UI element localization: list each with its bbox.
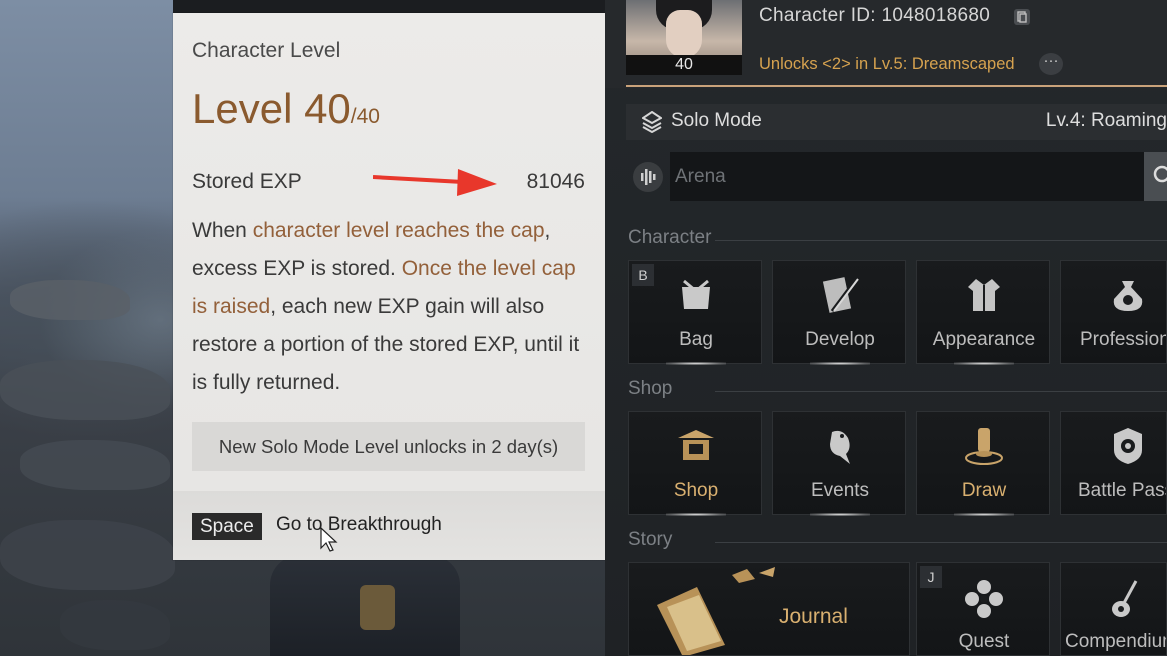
journal-icon (657, 567, 775, 655)
tile-label: Appearance (932, 329, 1036, 350)
tile-battle-pass[interactable]: Battle Pass (1060, 411, 1167, 515)
tile-label: Battle Pass (1078, 480, 1167, 501)
tile-decoration (666, 362, 726, 365)
tile-bag[interactable]: B Bag (628, 260, 762, 365)
profile-bar: 40 Character ID: 1048018680 Unlocks <2> … (605, 0, 1167, 88)
tile-quest[interactable]: J Quest (916, 562, 1050, 656)
tooltip-section-label: Character Level (192, 39, 341, 62)
stored-exp-description: When character level reaches the cap, ex… (192, 212, 592, 402)
develop-icon (822, 277, 859, 313)
events-icon (830, 430, 850, 464)
voice-search-button[interactable] (633, 162, 663, 192)
tile-draw[interactable]: Draw (916, 411, 1050, 516)
profession-icon (1113, 281, 1143, 311)
tooltip-top-strip (173, 0, 605, 13)
tile-decoration (810, 513, 870, 516)
stored-exp-label: Stored EXP (192, 170, 302, 193)
quest-icon (965, 580, 1003, 618)
category-divider (715, 240, 1167, 241)
search-icon (1153, 165, 1167, 183)
mouse-cursor-icon (320, 527, 338, 552)
search-submit-button[interactable] (1144, 152, 1167, 201)
tile-label: Events (810, 480, 870, 501)
more-options-button[interactable]: ··· (1039, 53, 1063, 75)
tile-decoration (954, 513, 1014, 516)
red-arrow-annotation-icon (373, 169, 497, 196)
copy-icon[interactable] (1013, 8, 1031, 26)
tile-label: Develop (805, 329, 875, 350)
unlock-progress-text: Unlocks <2> in Lv.5: Dreamscaped (759, 55, 1015, 73)
tile-decoration (666, 513, 726, 516)
draw-icon (965, 428, 1003, 465)
go-to-breakthrough-action[interactable]: Go to Breakthrough (276, 514, 442, 536)
tile-label: Profession (1080, 329, 1167, 350)
tile-appearance[interactable]: Appearance (916, 260, 1050, 365)
tile-label: Shop (673, 480, 719, 501)
player-belt (360, 585, 395, 630)
solo-mode-level: Lv.4: Roaming (1045, 110, 1167, 131)
shop-icon (678, 430, 714, 460)
tile-profession[interactable]: Profession (1060, 260, 1167, 364)
category-label-shop: Shop (628, 378, 673, 399)
voice-wave-icon (641, 169, 656, 185)
category-divider (715, 542, 1167, 543)
tile-label: Compendium (1065, 631, 1167, 652)
search-input[interactable] (670, 152, 1144, 201)
tile-label: Bag (679, 329, 713, 350)
solo-mode-label: Solo Mode (671, 110, 762, 131)
level-cap: /40 (350, 105, 380, 128)
compendium-icon (1112, 580, 1138, 617)
character-id: Character ID: 1048018680 (759, 5, 991, 26)
category-label-story: Story (628, 529, 673, 550)
category-label-character: Character (628, 227, 712, 248)
category-divider (715, 391, 1167, 392)
tile-shop[interactable]: Shop (628, 411, 762, 516)
stored-exp-value: 81046 (526, 170, 585, 193)
tile-decoration (954, 362, 1014, 365)
appearance-icon (968, 279, 1000, 311)
level-value: Level 40 (192, 85, 351, 132)
desc-highlight: character level reaches the cap (252, 219, 545, 242)
tile-label: Journal (779, 605, 848, 628)
solo-mode-unlock-notice: New Solo Mode Level unlocks in 2 day(s) (192, 422, 585, 471)
avatar-level-badge: 40 (626, 55, 742, 75)
solo-mode-row[interactable]: Solo Mode Lv.4: Roaming (626, 104, 1167, 140)
tile-journal[interactable]: Journal (628, 562, 910, 656)
hotkey-badge: J (920, 566, 942, 588)
space-key-hint: Space (192, 513, 262, 540)
battle-pass-icon (1114, 428, 1142, 464)
character-level-tooltip: Character Level Level 40/40 Stored EXP 8… (173, 13, 605, 560)
desc-text: When (192, 219, 253, 242)
tile-label: Quest (958, 631, 1010, 652)
tooltip-footer[interactable]: Space Go to Breakthrough (173, 491, 605, 560)
tile-decoration (810, 362, 870, 365)
profile-divider (626, 85, 1167, 87)
hotkey-badge: B (632, 264, 654, 286)
character-level-display: Level 40/40 (192, 85, 380, 133)
tile-label: Draw (961, 480, 1007, 501)
tile-events[interactable]: Events (772, 411, 906, 516)
bag-icon (682, 279, 710, 309)
tile-develop[interactable]: Develop (772, 260, 906, 365)
avatar-face (666, 10, 702, 58)
solo-mode-icon (642, 111, 662, 133)
tile-compendium[interactable]: Compendium (1060, 562, 1167, 656)
